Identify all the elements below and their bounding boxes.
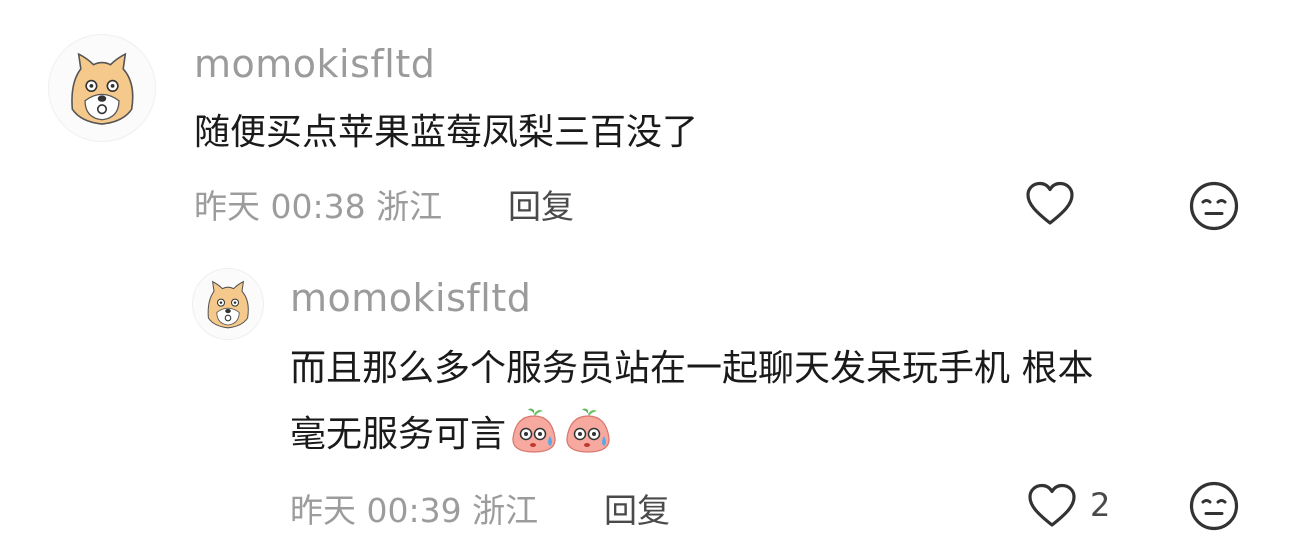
meh-face-icon bbox=[1189, 181, 1239, 231]
sweating-peach-emoji-icon bbox=[512, 408, 556, 453]
comment-location: 浙江 bbox=[472, 491, 539, 530]
meh-face-icon bbox=[1189, 481, 1239, 531]
comment-time: 昨天 00:39 bbox=[290, 491, 462, 530]
heart-outline-icon bbox=[1028, 483, 1076, 527]
username[interactable]: momokisfltd bbox=[290, 276, 531, 320]
like-button[interactable] bbox=[1026, 482, 1078, 530]
comment-meta: 昨天 00:39 浙江 bbox=[290, 484, 538, 532]
comment-meta: 昨天 00:38 浙江 bbox=[194, 180, 442, 228]
comment-text-line1: 而且那么多个服务员站在一起聊天发呆玩手机 根本 bbox=[290, 348, 1094, 389]
like-count: 2 bbox=[1090, 486, 1111, 524]
shiba-avatar-icon bbox=[207, 280, 249, 329]
username[interactable]: momokisfltd bbox=[194, 42, 435, 86]
shiba-avatar-icon bbox=[71, 52, 134, 125]
like-button[interactable] bbox=[1024, 180, 1076, 228]
reply-button[interactable]: 回复 bbox=[508, 180, 574, 228]
avatar[interactable] bbox=[192, 268, 264, 340]
comment-time: 昨天 00:38 bbox=[194, 187, 366, 226]
comment-text-line2: 毫无服务可言 bbox=[290, 406, 614, 464]
comment-location: 浙江 bbox=[376, 187, 443, 226]
comment-text: 随便买点苹果蓝莓凤梨三百没了 bbox=[194, 112, 699, 153]
dislike-button[interactable] bbox=[1188, 180, 1240, 232]
sweating-peach-emoji-icon bbox=[566, 408, 610, 453]
reply-button[interactable]: 回复 bbox=[604, 484, 670, 532]
avatar[interactable] bbox=[48, 34, 156, 142]
reply-comment-item: momokisfltd 而且那么多个服务员站在一起聊天发呆玩手机 根本 毫无服务… bbox=[0, 260, 1290, 551]
heart-outline-icon bbox=[1026, 181, 1074, 225]
comment-item: momokisfltd 随便买点苹果蓝莓凤梨三百没了 昨天 00:38 浙江 回… bbox=[0, 0, 1290, 260]
comment-text: 毫无服务可言 bbox=[290, 414, 507, 455]
dislike-button[interactable] bbox=[1188, 480, 1240, 532]
